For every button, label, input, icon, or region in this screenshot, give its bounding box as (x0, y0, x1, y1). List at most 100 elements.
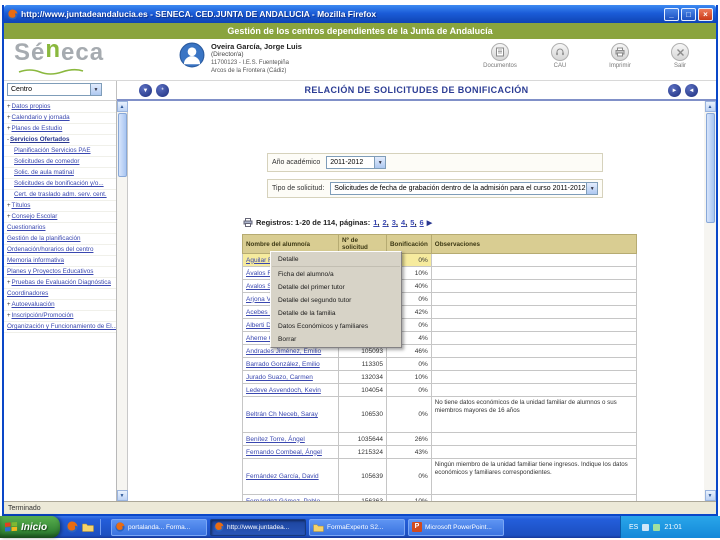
sidebar-item-datos-propios[interactable]: +Datos propios (4, 102, 116, 113)
filters: Año académico 2011-2012 ▼ Tipo de solici… (267, 153, 604, 205)
minimize-button[interactable]: _ (664, 7, 679, 21)
sidebar-item-consejo-escolar[interactable]: +Consejo Escolar (4, 212, 116, 223)
sidebar-item-pruebas-evaluacion[interactable]: +Pruebas de Evaluación Diagnóstica (4, 278, 116, 289)
page-title-bar: ▼ * RELACIÓN DE SOLICITUDES DE BONIFICAC… (117, 81, 716, 101)
sidebar-item-gestion-planificacion[interactable]: Gestión de la planificación (4, 234, 116, 245)
sidebar-item-memoria-informativa[interactable]: Memoria informativa (4, 256, 116, 267)
menu-item-detalle[interactable]: Detalle (272, 253, 400, 267)
windows-logo-icon (5, 521, 18, 532)
sidebar-item-autoevaluacion[interactable]: +Autoevaluación (4, 300, 116, 311)
page-link-1[interactable]: 1 (373, 218, 379, 227)
page-link-4[interactable]: 4 (401, 218, 407, 227)
sidebar-item-planificacion-pae[interactable]: Planificación Servicios PAE (4, 146, 116, 157)
sidebar-item-servicios-ofertados[interactable]: -Servicios Ofertados (4, 135, 116, 146)
dropdown-arrow-icon[interactable]: ▼ (374, 157, 386, 168)
task-powerpoint[interactable]: P Microsoft PowerPoint... (408, 518, 504, 536)
sidebar-item-titulos[interactable]: +Títulos (4, 201, 116, 212)
sidebar-item-planes-estudio[interactable]: +Planes de Estudio (4, 124, 116, 135)
task-folder[interactable]: FormaExperto S2... (309, 518, 405, 536)
pagination: Registros: 1-20 de 114, páginas: 1 2 3 4… (243, 218, 432, 227)
table-row[interactable]: Benítez Torre, Ángel 1035644 26% (242, 432, 637, 446)
close-x-icon (676, 48, 684, 56)
table-row[interactable]: Fernández García, David 105639 0% Ningún mi… (242, 458, 637, 495)
menu-item-borrar[interactable]: Borrar (272, 333, 400, 346)
page-title: RELACIÓN DE SOLICITUDES DE BONIFICACIÓN (304, 85, 529, 95)
main-scrollbar[interactable]: ▲ ▼ (704, 101, 716, 501)
tray-icon[interactable] (642, 523, 650, 531)
student-link[interactable]: Fernando Combeal, Ángel (246, 449, 322, 456)
year-label: Año académico (272, 159, 321, 166)
table-row[interactable]: Ledeve Asvendoch, Kevin 104054 0% (242, 383, 637, 397)
exit-button[interactable]: Salir (658, 43, 702, 69)
sidebar-item-planes-proyectos[interactable]: Planes y Proyectos Educativos (4, 267, 116, 278)
type-filter-row: Tipo de solicitud: Solicitudes de fecha … (267, 179, 604, 198)
student-link[interactable]: Jurado Suazo, Carmen (246, 374, 313, 381)
sidebar-item-coordinadores[interactable]: Coordinadores (4, 289, 116, 300)
student-link[interactable]: Fernández Gámez, Pablo (246, 498, 320, 502)
task-seneca[interactable]: http://www.juntadea... (210, 518, 306, 536)
scroll-up-icon[interactable]: ▲ (704, 101, 716, 112)
sidebar-item-cuestionarios[interactable]: Cuestionarios (4, 223, 116, 234)
documents-button[interactable]: Documentos (478, 43, 522, 69)
sidebar-item-solicitudes-comedor[interactable]: Solicitudes de comedor (4, 157, 116, 168)
dropdown-arrow-icon[interactable]: ▼ (586, 183, 598, 194)
cau-button[interactable]: CAU (538, 43, 582, 69)
sidebar-item-aula-matinal[interactable]: Solic. de aula matinal (4, 168, 116, 179)
nav-forward-button[interactable]: ► (668, 84, 681, 97)
nav-down-button[interactable]: ▼ (139, 84, 152, 97)
sidebar-item-solicitudes-bonificacion[interactable]: Solicitudes de bonificación y/o... (4, 179, 116, 190)
sidebar-scrollbar-thumb[interactable] (117, 113, 127, 177)
firefox-icon[interactable] (66, 521, 78, 533)
scroll-down-icon[interactable]: ▼ (704, 490, 716, 501)
nav-back-button[interactable]: ◄ (685, 84, 698, 97)
task-portal[interactable]: portalanda... Forma... (111, 518, 207, 536)
page-link-6[interactable]: 6 (420, 218, 424, 227)
sidebar-item-ordenacion-horarios[interactable]: Ordenación/horarios del centro (4, 245, 116, 256)
dropdown-arrow-icon[interactable]: ▼ (90, 84, 101, 95)
menu-item-datos-economicos[interactable]: Datos Económicos y familiares (272, 320, 400, 333)
window-titlebar[interactable]: http://www.juntadeandalucia.es - SENECA.… (4, 5, 716, 23)
start-button[interactable]: Inicio (0, 516, 60, 538)
language-indicator[interactable]: ES (629, 524, 638, 531)
sidebar-menu: +Datos propios +Calendario y jornada +Pl… (4, 101, 117, 501)
sidebar-item-organizacion-funcionamiento[interactable]: Organización y Funcionamiento de El... (4, 322, 116, 333)
nav-refresh-button[interactable]: * (156, 84, 169, 97)
menu-item-segundo-tutor[interactable]: Detalle del segundo tutor (272, 294, 400, 307)
sidebar-item-inscripcion-promocion[interactable]: +Inscripción/Promoción (4, 311, 116, 322)
page-link-2[interactable]: 2 (382, 218, 388, 227)
powerpoint-icon: P (412, 522, 422, 532)
close-button[interactable]: × (698, 7, 713, 21)
request-type-select[interactable]: Solicitudes de fecha de grabación dentro… (330, 182, 599, 195)
print-button[interactable]: Imprimir (598, 43, 642, 69)
student-link[interactable]: Ledeve Asvendoch, Kevin (246, 387, 321, 394)
menu-item-ficha-alumno[interactable]: Ficha del alumno/a (272, 268, 400, 281)
table-row[interactable]: Barrado González, Emilio 113305 0% (242, 357, 637, 371)
table-row[interactable]: Fernando Combeal, Ángel 1215324 43% (242, 445, 637, 459)
maximize-button[interactable]: □ (681, 7, 696, 21)
student-link[interactable]: Beltrán Ch Neceb, Saray (246, 411, 318, 418)
student-link[interactable]: Andrades Jiménez, Emilio (246, 348, 321, 355)
main-scrollbar-thumb[interactable] (705, 113, 715, 223)
table-row[interactable]: Fernández Gámez, Pablo 156363 10% (242, 494, 637, 502)
scroll-down-icon[interactable]: ▼ (116, 490, 128, 501)
page-link-5[interactable]: 5 (410, 218, 416, 227)
sidebar-item-calendario[interactable]: +Calendario y jornada (4, 113, 116, 124)
sidebar-item-cert-traslado[interactable]: Cert. de traslado adm. serv. cent. (4, 190, 116, 201)
student-link[interactable]: Benítez Torre, Ángel (246, 436, 305, 443)
menu-item-familia[interactable]: Detalle de la familia (272, 307, 400, 320)
sidebar-scrollbar[interactable]: ▲ ▼ (116, 101, 128, 501)
next-page-icon[interactable]: ▶ (427, 219, 432, 227)
profile-select[interactable]: Centro ▼ (7, 83, 102, 96)
table-row[interactable]: Jurado Suazo, Carmen 132034 10% (242, 370, 637, 384)
folder-icon[interactable] (82, 522, 94, 532)
student-link[interactable]: Barrado González, Emilio (246, 361, 320, 368)
student-link[interactable]: Fernández García, David (246, 473, 319, 480)
tray-icon[interactable] (653, 523, 661, 531)
year-select[interactable]: 2011-2012 ▼ (326, 156, 387, 169)
status-bar: Terminado (4, 501, 716, 514)
menu-item-primer-tutor[interactable]: Detalle del primer tutor (272, 281, 400, 294)
profile-cell: Centro ▼ (4, 81, 117, 101)
page-link-3[interactable]: 3 (392, 218, 398, 227)
scroll-up-icon[interactable]: ▲ (116, 101, 128, 112)
table-row[interactable]: Beltrán Ch Neceb, Saray 106530 0% No tiene … (242, 396, 637, 433)
